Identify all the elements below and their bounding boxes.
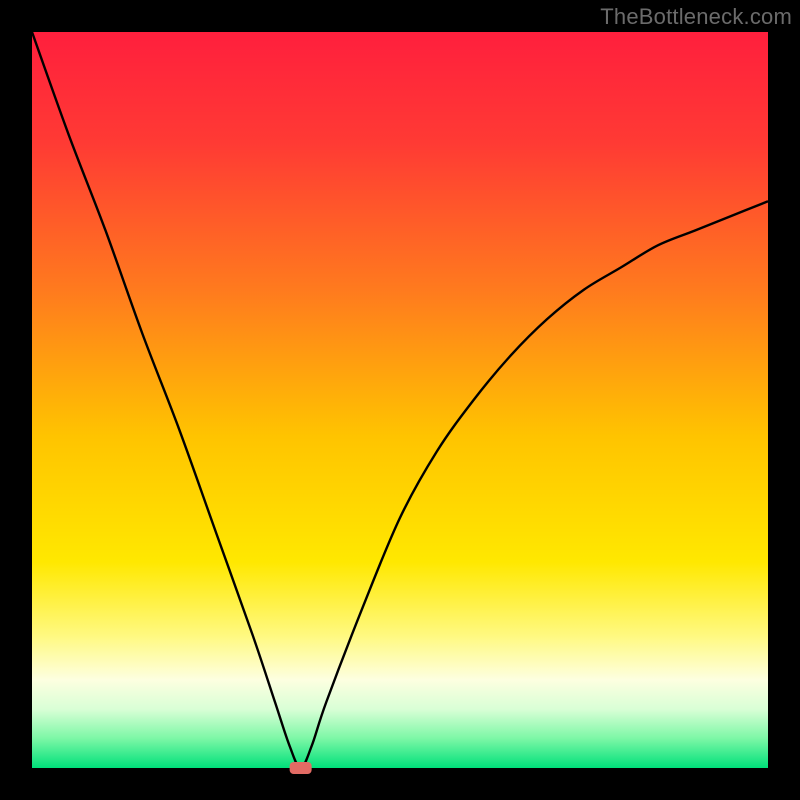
chart-svg — [0, 0, 800, 800]
chart-container: TheBottleneck.com — [0, 0, 800, 800]
vertex-marker — [290, 762, 312, 774]
plot-background — [32, 32, 768, 768]
watermark-text: TheBottleneck.com — [600, 4, 792, 30]
